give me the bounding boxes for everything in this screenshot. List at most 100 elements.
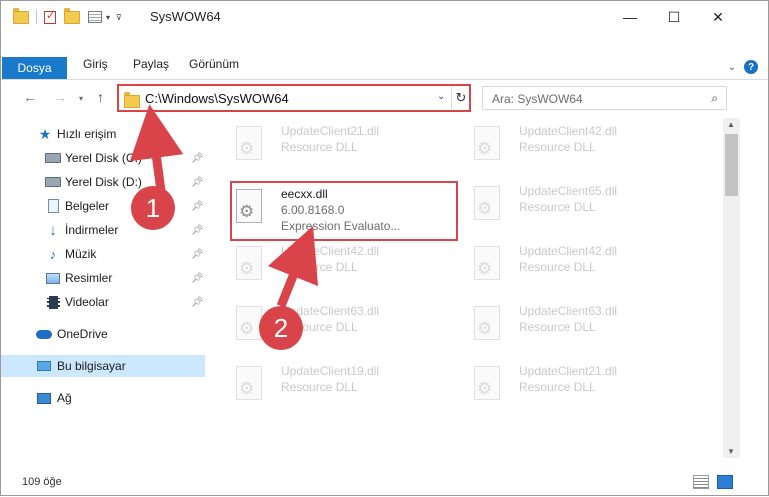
toolbar-divider (36, 10, 37, 24)
file-name: UpdateClient63.dll (519, 304, 618, 318)
maximize-button[interactable]: ☐ (651, 1, 697, 33)
scroll-up-icon[interactable]: ▲ (727, 120, 735, 129)
folder-icon (13, 7, 29, 24)
file-name: UpdateClient42.dll (281, 244, 380, 258)
up-arrow-icon[interactable]: ↑ (97, 89, 104, 105)
file-description: Resource DLL (519, 380, 596, 394)
item-count: 109 öğe (22, 476, 62, 488)
file-item[interactable]: ⚙ UpdateClient65.dll Resource DLL (453, 178, 683, 236)
file-item[interactable]: ⚙ UpdateClient42.dll Resource DLL (215, 238, 445, 296)
recent-locations-icon[interactable]: ▾ (79, 94, 83, 103)
file-description: Resource DLL (281, 260, 358, 274)
file-item[interactable]: ⚙ UpdateClient63.dll Resource DLL (453, 298, 683, 356)
file-name: UpdateClient42.dll (519, 124, 618, 138)
pin-icon: 📌︎ (191, 200, 204, 212)
list-properties-icon[interactable] (88, 11, 102, 23)
sidebar-item-videos[interactable]: Videolar 📌︎ (1, 291, 205, 313)
refresh-icon[interactable]: ↻ (451, 87, 470, 109)
sidebar-item-disk-c[interactable]: Yerel Disk (C:) 📌︎ (1, 147, 205, 169)
pin-icon: 📌︎ (191, 152, 204, 164)
customize-toolbar-icon[interactable]: ⊽ (116, 13, 122, 22)
dll-file-icon: ⚙ (471, 366, 503, 402)
expand-ribbon-icon[interactable]: ⌄ (728, 62, 736, 73)
tab-file[interactable]: Dosya (2, 57, 67, 79)
sidebar-item-this-pc[interactable]: Bu bilgisayar (1, 355, 205, 377)
sidebar-item-label: Videolar (65, 295, 109, 309)
pin-icon: 📌︎ (191, 248, 204, 260)
dll-file-icon: ⚙ (233, 366, 265, 402)
sidebar-item-music[interactable]: ♪ Müzik 📌︎ (1, 243, 205, 265)
pin-icon: 📌︎ (191, 176, 204, 188)
drive-icon (45, 151, 61, 165)
file-description: Resource DLL (281, 140, 358, 154)
file-item[interactable]: ⚙ UpdateClient21.dll Resource DLL (215, 118, 445, 176)
title-bar: ▾ ⊽ SysWOW64 — ☐ ✕ (1, 1, 768, 33)
close-button[interactable]: ✕ (695, 1, 741, 33)
scroll-down-icon[interactable]: ▼ (727, 447, 735, 456)
sidebar-item-label: Hızlı erişim (57, 127, 117, 141)
ribbon-controls: ⌄ ? (728, 60, 758, 74)
address-bar[interactable]: C:\Windows\SysWOW64 ⌄ ↻ (117, 84, 471, 112)
sidebar-item-quick-access[interactable]: ★ Hızlı erişim (1, 123, 205, 145)
highlight-box (230, 181, 458, 241)
search-input[interactable]: Ara: SysWOW64 ⌕ (482, 86, 727, 110)
music-icon: ♪ (49, 246, 57, 262)
dll-file-icon: ⚙ (471, 126, 503, 162)
large-icons-view-icon[interactable] (717, 475, 733, 489)
search-placeholder: Ara: SysWOW64 (492, 92, 583, 106)
cloud-icon (36, 327, 52, 341)
search-icon[interactable]: ⌕ (711, 91, 718, 106)
tab-home[interactable]: Giriş (83, 57, 108, 71)
computer-icon (36, 359, 52, 373)
file-name: UpdateClient21.dll (281, 124, 380, 138)
sidebar-item-network[interactable]: Ağ (1, 387, 205, 409)
network-icon (36, 391, 52, 405)
tab-view[interactable]: Görünüm (189, 57, 239, 71)
file-item[interactable]: ⚙ UpdateClient63.dll Resource DLL (215, 298, 445, 356)
file-description: Resource DLL (519, 260, 596, 274)
drive-icon (45, 175, 61, 189)
dll-file-icon: ⚙ (471, 246, 503, 282)
pin-icon: 📌︎ (191, 224, 204, 236)
sidebar-item-pictures[interactable]: Resimler 📌︎ (1, 267, 205, 289)
file-description: Resource DLL (281, 380, 358, 394)
back-arrow-icon[interactable]: ← (23, 89, 37, 105)
document-icon (45, 199, 61, 213)
file-item[interactable]: ⚙ UpdateClient21.dll Resource DLL (453, 358, 683, 416)
file-name: UpdateClient19.dll (281, 364, 380, 378)
address-path: C:\Windows\SysWOW64 (145, 91, 289, 106)
videos-icon (45, 295, 61, 309)
step-1-badge: 1 (131, 186, 175, 230)
sidebar-item-disk-d[interactable]: Yerel Disk (D:) 📌︎ (1, 171, 205, 193)
star-icon: ★ (38, 125, 52, 142)
file-item[interactable]: ⚙ UpdateClient42.dll Resource DLL (453, 238, 683, 296)
minimize-button[interactable]: — (607, 1, 653, 33)
help-icon[interactable]: ? (744, 60, 758, 74)
vertical-scrollbar[interactable]: ▲ ▼ (723, 118, 740, 458)
details-view-icon[interactable] (693, 475, 709, 489)
new-folder-icon[interactable] (64, 7, 80, 24)
sidebar-item-label: Resimler (65, 271, 113, 285)
quick-access-toolbar: ▾ ⊽ (13, 7, 122, 25)
file-description: Resource DLL (519, 200, 596, 214)
scrollbar-thumb[interactable] (725, 134, 738, 196)
sidebar-item-label: Ağ (57, 391, 72, 405)
sidebar-item-label: Müzik (65, 247, 97, 261)
ribbon-divider (1, 79, 768, 80)
sidebar-item-label: Yerel Disk (C:) (65, 151, 142, 165)
navigation-pane: ★ Hızlı erişim Yerel Disk (C:) 📌︎ Yerel … (1, 118, 205, 458)
file-item[interactable]: ⚙ UpdateClient42.dll Resource DLL (453, 118, 683, 176)
sidebar-item-downloads[interactable]: ↓ İndirmeler 📌︎ (1, 219, 205, 241)
chevron-down-icon[interactable]: ⌄ (437, 91, 445, 102)
properties-check-icon[interactable] (44, 9, 56, 24)
file-name: UpdateClient65.dll (519, 184, 618, 198)
pin-icon: 📌︎ (191, 272, 204, 284)
tab-share[interactable]: Paylaş (133, 57, 169, 71)
file-description: Resource DLL (519, 320, 596, 334)
dll-file-icon: ⚙ (471, 186, 503, 222)
chevron-down-icon[interactable]: ▾ (106, 13, 110, 22)
sidebar-item-onedrive[interactable]: OneDrive (1, 323, 205, 345)
forward-arrow-icon[interactable]: → (53, 89, 67, 105)
file-item[interactable]: ⚙ UpdateClient19.dll Resource DLL (215, 358, 445, 416)
download-icon: ↓ (49, 221, 57, 239)
